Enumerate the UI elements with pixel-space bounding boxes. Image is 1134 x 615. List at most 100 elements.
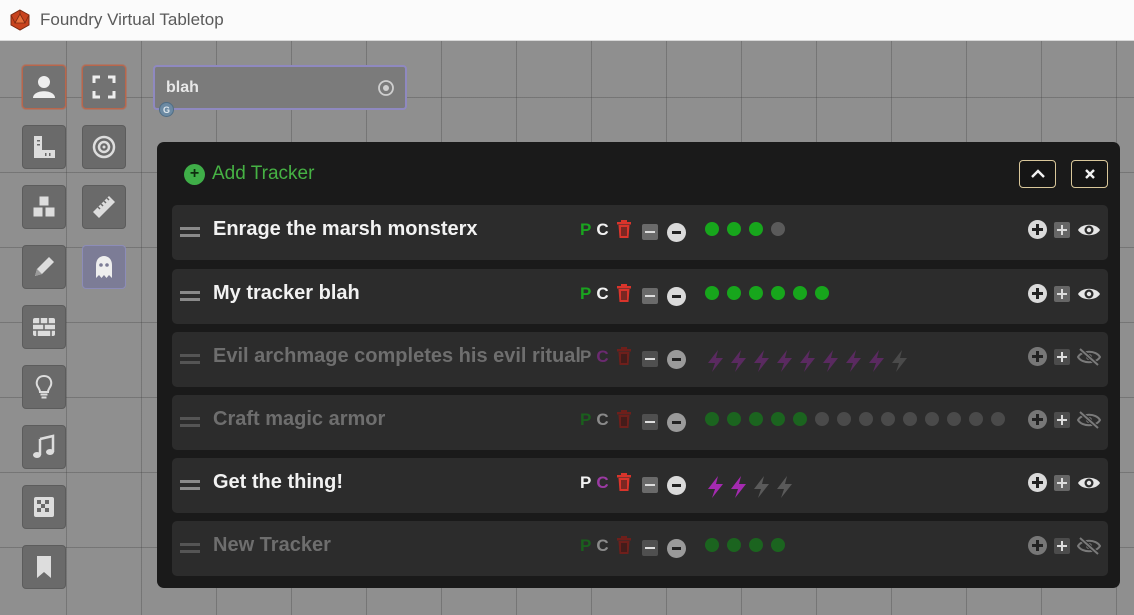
drag-handle-icon[interactable] xyxy=(180,354,200,364)
bolt-filled-icon[interactable] xyxy=(843,349,864,373)
tracker-name[interactable]: Craft magic armor xyxy=(213,408,385,431)
progress-dot-filled[interactable] xyxy=(705,412,719,426)
increase-progress-button[interactable] xyxy=(1028,284,1047,303)
progress-dot-filled[interactable] xyxy=(727,412,741,426)
bolt-filled-icon[interactable] xyxy=(774,349,795,373)
decrease-progress-button[interactable] xyxy=(667,539,686,558)
bolt-filled-icon[interactable] xyxy=(820,349,841,373)
progress-dot-filled[interactable] xyxy=(771,538,785,552)
clock-type-toggle[interactable]: C xyxy=(596,473,608,492)
decrease-progress-button[interactable] xyxy=(667,223,686,242)
increase-progress-button[interactable] xyxy=(1028,536,1047,555)
tracker-name[interactable]: My tracker blah xyxy=(213,282,360,305)
trash-icon[interactable] xyxy=(616,346,632,366)
clock-type-toggle[interactable]: C xyxy=(596,536,608,555)
bolt-filled-icon[interactable] xyxy=(728,475,749,499)
eye-slash-icon[interactable] xyxy=(1077,347,1101,366)
progress-dot-filled[interactable] xyxy=(727,222,741,236)
bolt-filled-icon[interactable] xyxy=(705,349,726,373)
decrease-progress-button[interactable] xyxy=(667,350,686,369)
increase-max-button[interactable] xyxy=(1054,474,1070,491)
tracker-row[interactable]: Get the thing! P C xyxy=(172,458,1108,513)
progress-dot-filled[interactable] xyxy=(749,538,763,552)
progress-dot-empty[interactable] xyxy=(947,412,961,426)
increase-max-button[interactable] xyxy=(1054,348,1070,365)
progress-dot-filled[interactable] xyxy=(705,286,719,300)
clock-type-toggle[interactable]: C xyxy=(596,347,608,366)
collapse-button[interactable] xyxy=(1019,160,1056,188)
progress-dot-filled[interactable] xyxy=(705,222,719,236)
tracker-row[interactable]: Enrage the marsh monsterx P C xyxy=(172,205,1108,260)
target-tool-button[interactable] xyxy=(82,125,126,169)
notes-controls-button[interactable] xyxy=(22,545,66,589)
increase-max-button[interactable] xyxy=(1054,537,1070,554)
progress-dot-empty[interactable] xyxy=(969,412,983,426)
lighting-controls-button[interactable] xyxy=(22,365,66,409)
sound-controls-button[interactable] xyxy=(22,425,66,469)
progress-dot-filled[interactable] xyxy=(815,286,829,300)
trash-icon[interactable] xyxy=(616,535,632,555)
eye-slash-icon[interactable] xyxy=(1077,410,1101,429)
increase-max-button[interactable] xyxy=(1054,411,1070,428)
tracker-row[interactable]: My tracker blah P C xyxy=(172,269,1108,324)
increase-progress-button[interactable] xyxy=(1028,473,1047,492)
progress-dot-empty[interactable] xyxy=(881,412,895,426)
decrease-max-button[interactable] xyxy=(642,414,658,430)
increase-progress-button[interactable] xyxy=(1028,220,1047,239)
tracker-name[interactable]: Enrage the marsh monsterx xyxy=(213,218,478,241)
wall-controls-button[interactable] xyxy=(22,305,66,349)
progress-dot-filled[interactable] xyxy=(749,286,763,300)
decrease-max-button[interactable] xyxy=(642,540,658,556)
drag-handle-icon[interactable] xyxy=(180,417,200,427)
ghost-tool-button[interactable] xyxy=(82,245,126,289)
decrease-progress-button[interactable] xyxy=(667,476,686,495)
bolt-filled-icon[interactable] xyxy=(866,349,887,373)
clock-type-toggle[interactable]: C xyxy=(596,220,608,239)
fullscreen-tool-button[interactable] xyxy=(82,65,126,109)
bolt-empty-icon[interactable] xyxy=(889,349,910,373)
progress-dot-filled[interactable] xyxy=(793,286,807,300)
progress-dot-empty[interactable] xyxy=(925,412,939,426)
progress-dot-filled[interactable] xyxy=(749,412,763,426)
decrease-max-button[interactable] xyxy=(642,224,658,240)
trash-icon[interactable] xyxy=(616,409,632,429)
progress-dot-filled[interactable] xyxy=(727,286,741,300)
progress-dot-empty[interactable] xyxy=(903,412,917,426)
trash-icon[interactable] xyxy=(616,472,632,492)
token-controls-button[interactable] xyxy=(22,65,66,109)
progress-dot-empty[interactable] xyxy=(815,412,829,426)
increase-max-button[interactable] xyxy=(1054,285,1070,302)
add-tracker-button[interactable]: + Add Tracker xyxy=(184,163,314,185)
progress-dot-empty[interactable] xyxy=(837,412,851,426)
close-button[interactable] xyxy=(1071,160,1108,188)
bolt-filled-icon[interactable] xyxy=(797,349,818,373)
progress-dot-filled[interactable] xyxy=(727,538,741,552)
tracker-name[interactable]: Evil archmage completes his evil ritual xyxy=(213,345,581,368)
public-toggle[interactable]: P xyxy=(580,410,591,429)
drag-handle-icon[interactable] xyxy=(180,480,200,490)
drag-handle-icon[interactable] xyxy=(180,543,200,553)
decrease-progress-button[interactable] xyxy=(667,413,686,432)
increase-progress-button[interactable] xyxy=(1028,410,1047,429)
tracker-row[interactable]: Evil archmage completes his evil ritual P… xyxy=(172,332,1108,387)
tabletop-controls-button[interactable] xyxy=(22,485,66,529)
increase-max-button[interactable] xyxy=(1054,221,1070,238)
tracker-name[interactable]: Get the thing! xyxy=(213,471,343,494)
drawing-controls-button[interactable] xyxy=(22,245,66,289)
public-toggle[interactable]: P xyxy=(580,536,591,555)
progress-dot-empty[interactable] xyxy=(991,412,1005,426)
tile-controls-button[interactable] xyxy=(22,185,66,229)
bolt-filled-icon[interactable] xyxy=(705,475,726,499)
eye-icon[interactable] xyxy=(1077,474,1101,492)
tracker-name[interactable]: New Tracker xyxy=(213,534,331,557)
trash-icon[interactable] xyxy=(616,283,632,303)
measure-controls-button[interactable] xyxy=(22,125,66,169)
bolt-empty-icon[interactable] xyxy=(751,475,772,499)
progress-dot-empty[interactable] xyxy=(859,412,873,426)
decrease-max-button[interactable] xyxy=(642,351,658,367)
clock-type-toggle[interactable]: C xyxy=(596,410,608,429)
bolt-filled-icon[interactable] xyxy=(728,349,749,373)
eye-icon[interactable] xyxy=(1077,285,1101,303)
eye-slash-icon[interactable] xyxy=(1077,536,1101,555)
ruler-tool-button[interactable] xyxy=(82,185,126,229)
